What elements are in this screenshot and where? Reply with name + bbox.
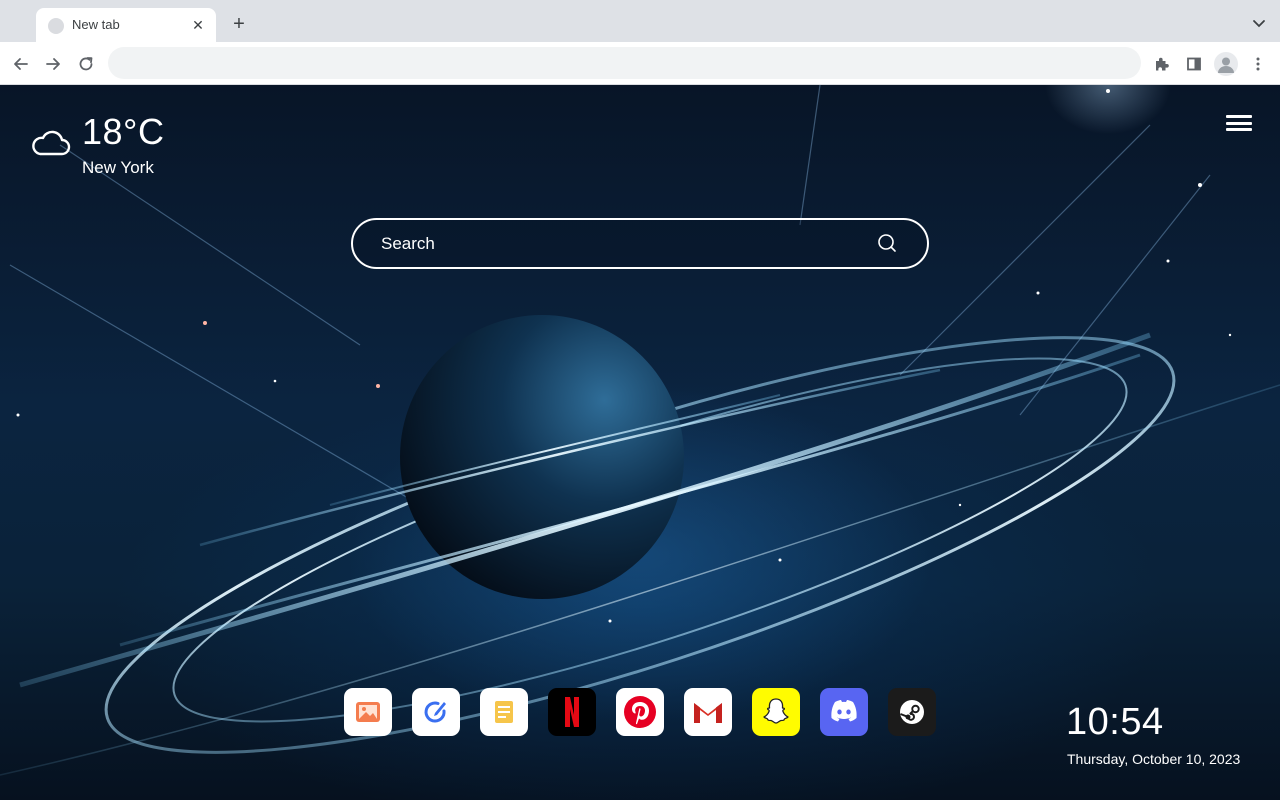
browser-menu-button[interactable] — [1245, 51, 1271, 77]
clock-widget: 10:54 Thursday, October 10, 2023 — [1066, 701, 1240, 767]
forward-button[interactable] — [40, 51, 66, 77]
tab-new-tab[interactable]: New tab ✕ — [36, 8, 216, 42]
hamburger-icon — [1226, 115, 1252, 118]
steam-app[interactable] — [888, 688, 936, 736]
discord-icon — [831, 700, 857, 722]
netflix-icon — [565, 697, 579, 727]
pinterest-app[interactable] — [616, 688, 664, 736]
gmail-app[interactable] — [684, 688, 732, 736]
address-bar[interactable] — [108, 47, 1141, 79]
search-bar[interactable] — [351, 218, 929, 269]
profile-icon — [1218, 57, 1234, 73]
clock-date: Thursday, October 10, 2023 — [1067, 751, 1241, 767]
pen-circle-icon — [424, 701, 446, 723]
favicon-icon — [48, 18, 64, 34]
extensions-button[interactable] — [1149, 51, 1175, 77]
app-shortcuts-dock — [344, 688, 944, 736]
side-panel-button[interactable] — [1181, 51, 1207, 77]
snapchat-app[interactable] — [752, 688, 800, 736]
close-tab-icon[interactable]: ✕ — [188, 15, 208, 35]
extensions-icon — [1156, 57, 1169, 71]
discord-app[interactable] — [820, 688, 868, 736]
pinterest-icon — [624, 696, 656, 728]
side-panel-icon — [1187, 57, 1201, 71]
reload-icon — [79, 57, 93, 71]
cloud-icon — [32, 130, 71, 156]
weather-widget[interactable]: 18°C New York — [30, 111, 190, 181]
search-input[interactable] — [381, 220, 861, 267]
reload-button[interactable] — [73, 51, 99, 77]
netflix-app[interactable] — [548, 688, 596, 736]
search-icon[interactable] — [877, 233, 897, 253]
gallery-app[interactable] — [344, 688, 392, 736]
gmail-icon — [694, 703, 722, 723]
new-tab-page: 18°C New York Search 10:54 Thursday, Oct… — [0, 85, 1280, 800]
hamburger-menu-button[interactable] — [1226, 115, 1252, 135]
temperature: 18°C — [82, 111, 165, 152]
tab-strip: New tab ✕ + — [0, 0, 1280, 42]
notes-app[interactable] — [480, 688, 528, 736]
clock-time: 10:54 — [1066, 701, 1164, 743]
image-icon — [356, 702, 380, 722]
kebab-menu-icon — [1256, 57, 1260, 71]
steam-icon — [900, 700, 924, 724]
browser-toolbar — [0, 42, 1280, 85]
tab-title: New tab — [72, 17, 120, 32]
snapchat-icon — [763, 698, 789, 724]
new-tab-button[interactable]: + — [228, 13, 250, 35]
tab-list-chevron-icon[interactable] — [1250, 14, 1268, 32]
city-name: New York — [82, 158, 154, 177]
back-icon — [14, 58, 28, 70]
forward-icon — [46, 58, 60, 70]
notes-icon — [495, 701, 513, 723]
back-button[interactable] — [8, 51, 34, 77]
tasks-app[interactable] — [412, 688, 460, 736]
profile-button[interactable] — [1214, 52, 1238, 76]
